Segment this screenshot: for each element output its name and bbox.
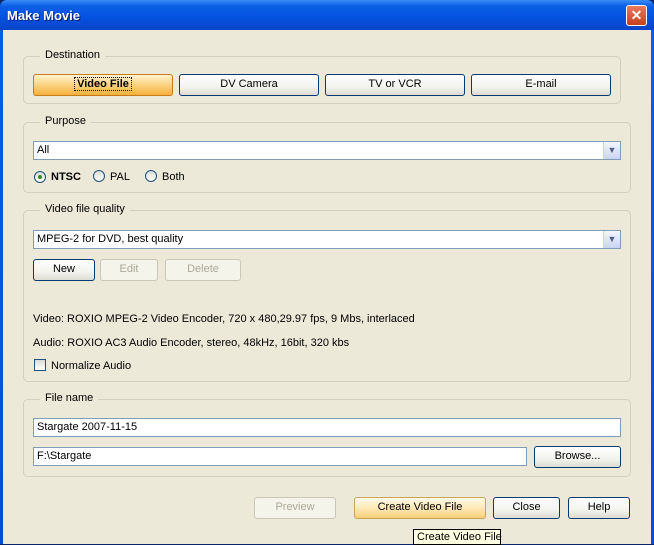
delete-button[interactable]: Delete [165, 259, 241, 281]
new-button[interactable]: New [33, 259, 95, 281]
preview-button[interactable]: Preview [254, 497, 336, 519]
purpose-select-value: All [37, 144, 50, 156]
video-quality-group: Video file quality MPEG-2 for DVD, best … [23, 203, 631, 382]
purpose-group: Purpose All ▼ NTSC PAL Both [23, 115, 631, 193]
make-movie-window: Make Movie ✕ Destination Video File DV C… [0, 0, 654, 545]
edit-button[interactable]: Edit [100, 259, 158, 281]
both-radio[interactable] [145, 170, 157, 182]
window-title: Make Movie [7, 8, 80, 23]
ntsc-label[interactable]: NTSC [51, 171, 81, 183]
dialog-body: Destination Video File DV Camera TV or V… [3, 30, 651, 544]
purpose-select[interactable]: All ▼ [33, 141, 621, 160]
video-encoder-info: Video: ROXIO MPEG-2 Video Encoder, 720 x… [33, 313, 415, 325]
title-bar[interactable]: Make Movie ✕ [0, 0, 654, 30]
destination-group: Destination Video File DV Camera TV or V… [23, 49, 621, 104]
dv-camera-button[interactable]: DV Camera [179, 74, 319, 96]
file-name-legend: File name [40, 392, 99, 404]
destination-legend: Destination [40, 49, 106, 61]
close-icon: ✕ [630, 7, 643, 23]
email-button[interactable]: E-mail [471, 74, 611, 96]
ntsc-radio[interactable] [34, 171, 46, 183]
quality-select[interactable]: MPEG-2 for DVD, best quality ▼ [33, 230, 621, 249]
close-button[interactable]: Close [493, 497, 560, 519]
chevron-down-icon[interactable]: ▼ [603, 231, 620, 248]
purpose-legend: Purpose [40, 115, 91, 127]
file-path-input[interactable]: F:\Stargate [33, 447, 527, 466]
both-label[interactable]: Both [162, 171, 185, 183]
browse-button[interactable]: Browse... [534, 446, 621, 468]
file-name-input[interactable]: Stargate 2007-11-15 [33, 418, 621, 437]
tv-or-vcr-button[interactable]: TV or VCR [325, 74, 465, 96]
file-name-group: File name Stargate 2007-11-15 F:\Stargat… [23, 392, 631, 477]
close-window-button[interactable]: ✕ [626, 5, 647, 26]
video-file-button[interactable]: Video File [33, 74, 173, 96]
quality-select-value: MPEG-2 for DVD, best quality [37, 233, 184, 245]
pal-radio[interactable] [93, 170, 105, 182]
create-video-file-tooltip: Create Video File [413, 529, 502, 545]
normalize-audio-checkbox[interactable] [34, 359, 46, 371]
help-button[interactable]: Help [568, 497, 630, 519]
video-file-label: Video File [74, 77, 132, 91]
create-video-file-button[interactable]: Create Video File [354, 497, 486, 519]
chevron-down-icon[interactable]: ▼ [603, 142, 620, 159]
normalize-audio-label[interactable]: Normalize Audio [51, 360, 131, 372]
audio-encoder-info: Audio: ROXIO AC3 Audio Encoder, stereo, … [33, 337, 350, 349]
pal-label[interactable]: PAL [110, 171, 130, 183]
video-quality-legend: Video file quality [40, 203, 130, 215]
